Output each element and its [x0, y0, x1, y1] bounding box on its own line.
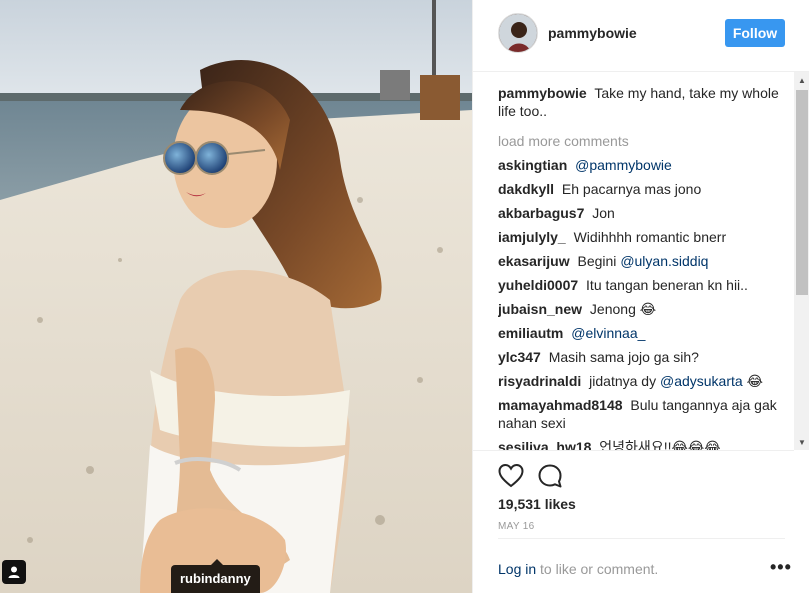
comment-item: akbarbagus7 Jon — [498, 204, 788, 222]
comment-username[interactable]: akbarbagus7 — [498, 205, 584, 221]
comment-item: mamayahmad8148 Bulu tangannya aja gak na… — [498, 396, 788, 432]
user-tag-icon[interactable] — [2, 560, 26, 584]
comment-username[interactable]: dakdkyll — [498, 181, 554, 197]
comment-text: Masih sama jojo ga sih? — [548, 349, 699, 365]
comment-username[interactable]: yuheldi0007 — [498, 277, 578, 293]
login-prompt-text: to like or comment. — [536, 561, 659, 577]
likes-count[interactable]: 19,531 likes — [498, 496, 576, 512]
comment-text: Begini — [577, 253, 617, 269]
login-prompt: Log in to like or comment. — [498, 561, 658, 577]
load-more-comments-link[interactable]: load more comments — [498, 132, 788, 150]
beach-portrait-image — [0, 0, 472, 593]
comment-username[interactable]: iamjulyly_ — [498, 229, 566, 245]
avatar-image — [499, 14, 537, 52]
comment-item: sesiliva_hw18 언녕하새요!!😂😂😂 — [498, 438, 788, 450]
scroll-up-arrow-icon[interactable]: ▲ — [794, 72, 809, 88]
comment-emoji: 😂 — [746, 373, 763, 389]
author-username[interactable]: pammybowie — [548, 25, 637, 41]
person-icon — [8, 566, 20, 578]
comment-username[interactable]: ylc347 — [498, 349, 541, 365]
post-footer: Log in to like or comment. ••• — [498, 538, 791, 593]
comment-item: dakdkyll Eh pacarnya mas jono — [498, 180, 788, 198]
scroll-thumb[interactable] — [796, 90, 808, 295]
comments-list: pammybowie Take my hand, take my whole l… — [498, 84, 788, 450]
comment-text: jidatnya dy — [589, 373, 657, 389]
comment-username[interactable]: mamayahmad8148 — [498, 397, 623, 413]
comment-icon[interactable] — [537, 463, 563, 489]
comment-username[interactable]: risyadrinaldi — [498, 373, 581, 389]
comment-item: ekasarijuw Begini @ulyan.siddiq — [498, 252, 788, 270]
comment-item: yuheldi0007 Itu tangan beneran kn hii.. — [498, 276, 788, 294]
comment-username[interactable]: sesiliva_hw18 — [498, 439, 591, 450]
comment-item: iamjulyly_ Widihhhh romantic bnerr — [498, 228, 788, 246]
post-photo[interactable]: rubindanny — [0, 0, 472, 593]
post-header: pammybowie Follow — [473, 0, 809, 72]
comment-item: risyadrinaldi jidatnya dy @adysukarta 😂 — [498, 372, 788, 390]
comment-text: Itu tangan beneran kn hii.. — [586, 277, 748, 293]
comment-item: jubaisn_new Jenong 😂 — [498, 300, 788, 318]
follow-button[interactable]: Follow — [725, 19, 785, 47]
comment-text: 언녕하새요!!😂😂😂 — [599, 439, 721, 450]
tagged-user-label[interactable]: rubindanny — [171, 559, 260, 593]
heart-icon[interactable] — [498, 463, 524, 489]
comment-item: ylc347 Masih sama jojo ga sih? — [498, 348, 788, 366]
comment-text: Jenong 😂 — [589, 301, 657, 317]
comment-mention[interactable]: @adysukarta — [660, 373, 743, 389]
comments-scrollbar[interactable]: ▲ ▼ — [794, 72, 809, 450]
more-options-icon[interactable]: ••• — [770, 557, 792, 578]
comment-text: Eh pacarnya mas jono — [561, 181, 702, 197]
instagram-post-view: rubindanny pammybowie Follow pammybowie … — [0, 0, 809, 593]
scroll-down-arrow-icon[interactable]: ▼ — [794, 434, 809, 450]
post-actions: 19,531 likes MAY 16 — [473, 450, 794, 538]
post-side-panel: pammybowie Follow pammybowie Take my han… — [472, 0, 809, 593]
post-date[interactable]: MAY 16 — [498, 521, 534, 532]
login-link[interactable]: Log in — [498, 561, 536, 577]
comment-item: emiliautm @elvinnaa_ — [498, 324, 788, 342]
post-caption: pammybowie Take my hand, take my whole l… — [498, 84, 788, 120]
author-avatar[interactable] — [498, 13, 538, 53]
comment-mention[interactable]: @ulyan.siddiq — [620, 253, 708, 269]
comment-username[interactable]: askingtian — [498, 157, 567, 173]
comment-username[interactable]: jubaisn_new — [498, 301, 582, 317]
comment-username[interactable]: emiliautm — [498, 325, 563, 341]
comment-item: askingtian @pammybowie — [498, 156, 788, 174]
comment-mention[interactable]: @elvinnaa_ — [571, 325, 645, 341]
comment-mention[interactable]: @pammybowie — [575, 157, 672, 173]
caption-username[interactable]: pammybowie — [498, 85, 587, 101]
comment-text: Widihhhh romantic bnerr — [573, 229, 727, 245]
comment-text: Jon — [592, 205, 615, 221]
comment-username[interactable]: ekasarijuw — [498, 253, 570, 269]
